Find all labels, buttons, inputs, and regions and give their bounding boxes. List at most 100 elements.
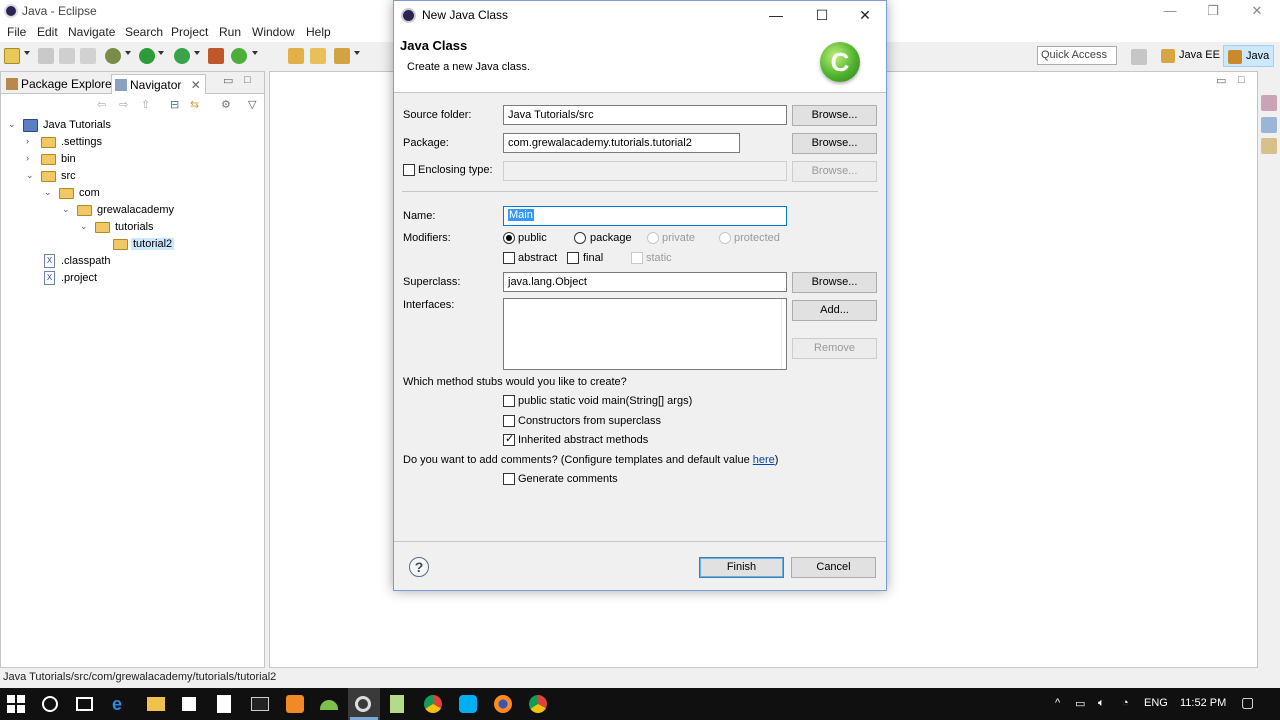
menu-help[interactable]: Help: [306, 25, 331, 39]
outline-icon[interactable]: [1261, 95, 1277, 111]
maximize-view-icon[interactable]: □: [244, 74, 251, 86]
task-view-icon[interactable]: [76, 697, 93, 711]
external-tools-icon[interactable]: [174, 48, 190, 64]
wifi-icon[interactable]: ◔: [1122, 697, 1129, 709]
save-all-icon[interactable]: [59, 48, 75, 64]
expand-icon[interactable]: ⌄: [80, 221, 90, 232]
tree-item-tutorials[interactable]: ⌄ tutorials: [80, 219, 250, 236]
menu-file[interactable]: File: [7, 25, 26, 39]
menu-edit[interactable]: Edit: [37, 25, 58, 39]
collapse-icon[interactable]: ›: [26, 136, 36, 146]
search-dropdown-icon[interactable]: [354, 51, 360, 55]
browse-source-folder-button[interactable]: Browse...: [792, 105, 877, 126]
modifier-final-checkbox[interactable]: [567, 252, 579, 264]
language-indicator[interactable]: ENG: [1144, 697, 1168, 709]
enclosing-type-checkbox[interactable]: [403, 164, 415, 176]
stub-inherited-checkbox[interactable]: [503, 432, 515, 446]
run-dropdown-icon[interactable]: [158, 51, 164, 55]
browse-superclass-button[interactable]: Browse...: [792, 272, 877, 293]
back-icon[interactable]: ⇦: [97, 98, 106, 111]
action-center-icon[interactable]: ▢: [1241, 694, 1254, 711]
tree-item-src[interactable]: ⌄ src: [26, 168, 256, 185]
new-class-dropdown-icon[interactable]: [252, 51, 258, 55]
superclass-input[interactable]: java.lang.Object: [503, 272, 787, 292]
configure-templates-link[interactable]: here: [753, 454, 775, 466]
menu-search[interactable]: Search: [125, 25, 163, 39]
close-icon[interactable]: ✕: [1237, 2, 1277, 20]
chrome-icon-2[interactable]: [529, 695, 547, 713]
add-interface-button[interactable]: Add...: [792, 300, 877, 321]
tab-package-explorer[interactable]: Package Explorer: [3, 74, 120, 94]
view-menu-icon[interactable]: ▽: [248, 98, 256, 111]
cortana-icon[interactable]: [42, 696, 58, 712]
firefox-icon[interactable]: [494, 695, 512, 713]
battery-icon[interactable]: ▭: [1075, 697, 1085, 710]
expand-icon[interactable]: ⌄: [8, 119, 18, 130]
modifier-abstract-checkbox[interactable]: [503, 252, 515, 264]
restore-icon[interactable]: ❐: [1193, 2, 1233, 20]
tray-chevron-icon[interactable]: ^: [1055, 697, 1060, 709]
open-perspective-icon[interactable]: [1131, 49, 1147, 65]
minimize-editor-icon[interactable]: ▭: [1216, 74, 1226, 87]
minimize-view-icon[interactable]: ▭: [223, 74, 233, 87]
open-folder-icon[interactable]: [310, 48, 326, 64]
debug-icon[interactable]: [105, 48, 121, 64]
save-icon[interactable]: [38, 48, 54, 64]
eclipse-taskbar-icon[interactable]: [355, 696, 371, 712]
clock[interactable]: 11:52 PM: [1180, 697, 1226, 709]
dialog-maximize-icon[interactable]: ☐: [807, 6, 837, 24]
search-icon[interactable]: [334, 48, 350, 64]
maximize-editor-icon[interactable]: □: [1238, 74, 1245, 86]
windows-start-icon[interactable]: [7, 695, 25, 713]
package-input[interactable]: com.grewalacademy.tutorials.tutorial2: [503, 133, 740, 153]
cmd-icon[interactable]: [251, 697, 269, 711]
generate-comments-checkbox[interactable]: [503, 473, 515, 485]
perspective-javaee[interactable]: Java EE: [1157, 45, 1224, 67]
menu-navigate[interactable]: Navigate: [68, 25, 115, 39]
new-dropdown-icon[interactable]: [24, 51, 30, 55]
declaration-icon[interactable]: [1261, 138, 1277, 154]
store-icon[interactable]: [182, 697, 196, 711]
menu-project[interactable]: Project: [171, 25, 208, 39]
new-package-icon[interactable]: [208, 48, 224, 64]
filter-icon[interactable]: ⚙: [221, 98, 231, 111]
help-icon[interactable]: ?: [409, 557, 429, 577]
link-editor-icon[interactable]: ⇆: [190, 98, 199, 111]
file-explorer-icon[interactable]: [147, 697, 165, 711]
browse-package-button[interactable]: Browse...: [792, 133, 877, 154]
stub-main-checkbox[interactable]: [503, 395, 515, 407]
tree-item-com[interactable]: ⌄ com: [44, 185, 254, 202]
interfaces-list[interactable]: [503, 298, 787, 370]
modifier-package-radio[interactable]: [574, 232, 586, 244]
menu-window[interactable]: Window: [252, 25, 295, 39]
print-icon[interactable]: [80, 48, 96, 64]
javadoc-icon[interactable]: [1261, 117, 1277, 133]
notepadpp-icon[interactable]: [390, 695, 404, 713]
name-input[interactable]: Main: [503, 206, 787, 226]
expand-icon[interactable]: ⌄: [26, 170, 36, 181]
debug-dropdown-icon[interactable]: [125, 51, 131, 55]
run-icon[interactable]: [139, 48, 155, 64]
collapse-all-icon[interactable]: ⊟: [170, 98, 179, 111]
cancel-button[interactable]: Cancel: [791, 557, 876, 578]
expand-icon[interactable]: ⌄: [44, 187, 54, 198]
stub-constructors-checkbox[interactable]: [503, 415, 515, 427]
expand-icon[interactable]: ⌄: [62, 204, 72, 215]
tree-item-grewalacademy[interactable]: ⌄ grewalacademy: [62, 202, 252, 219]
new-icon[interactable]: [4, 48, 20, 64]
media-player-icon[interactable]: [286, 695, 304, 713]
android-icon[interactable]: [320, 700, 338, 710]
forward-icon[interactable]: ⇨: [119, 98, 128, 111]
tree-item-settings[interactable]: › .settings: [26, 134, 256, 151]
notepad-icon[interactable]: [217, 695, 231, 713]
tab-navigator[interactable]: Navigator ✕: [111, 74, 206, 94]
edge-icon[interactable]: e: [112, 695, 130, 713]
skype-icon[interactable]: [459, 695, 477, 713]
up-icon[interactable]: ⇧: [141, 98, 150, 111]
finish-button[interactable]: Finish: [699, 557, 784, 578]
tree-item-bin[interactable]: › bin: [26, 151, 256, 168]
chrome-icon[interactable]: [424, 695, 442, 713]
collapse-icon[interactable]: ›: [26, 153, 36, 163]
close-tab-icon[interactable]: ✕: [191, 78, 201, 92]
volume-icon[interactable]: 🔈︎: [1098, 697, 1105, 710]
